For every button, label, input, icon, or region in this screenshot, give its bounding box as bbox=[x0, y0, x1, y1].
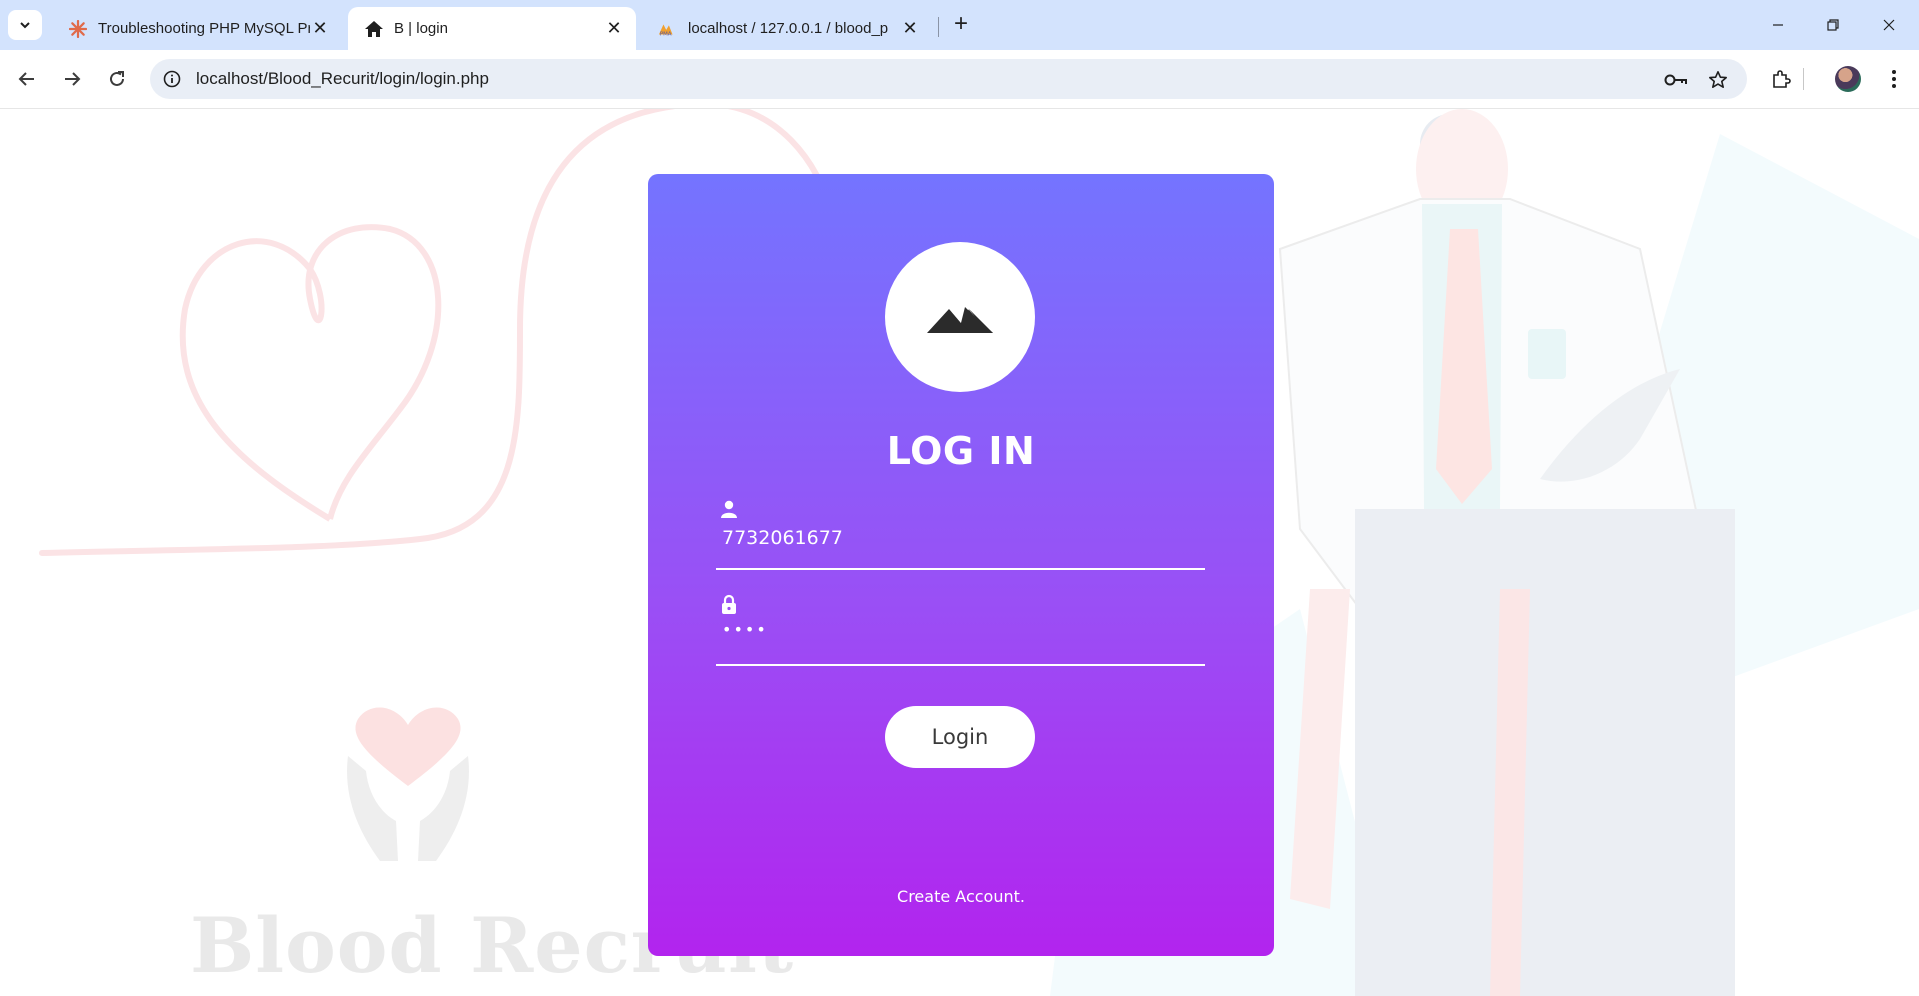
address-bar[interactable]: localhost/Blood_Recurit/login/login.php bbox=[150, 59, 1747, 99]
username-underline bbox=[716, 568, 1205, 570]
close-icon[interactable]: ✕ bbox=[604, 18, 624, 39]
login-card: LOG IN 7732061677 •••• Login Create Acco… bbox=[648, 174, 1274, 956]
tab-title: localhost / 127.0.0.1 / blood_p bbox=[688, 20, 889, 37]
asterisk-favicon-icon bbox=[68, 19, 88, 39]
login-page: Blood Recruit LOG IN 7732061677 •••• Log… bbox=[0, 109, 1919, 996]
restore-icon bbox=[1827, 19, 1839, 31]
tab-login[interactable]: B | login ✕ bbox=[348, 7, 636, 50]
star-icon[interactable] bbox=[1705, 67, 1731, 93]
forward-button[interactable] bbox=[56, 63, 88, 95]
profile-avatar[interactable] bbox=[1835, 66, 1861, 92]
password-input[interactable]: •••• bbox=[722, 620, 768, 639]
toolbar-separator bbox=[1803, 68, 1804, 90]
extensions-button[interactable] bbox=[1766, 64, 1796, 94]
arrow-left-icon bbox=[18, 72, 34, 86]
svg-text:PMA: PMA bbox=[660, 31, 672, 37]
close-icon[interactable]: ✕ bbox=[900, 18, 920, 39]
browser-menu-button[interactable] bbox=[1879, 64, 1909, 94]
reload-button[interactable] bbox=[101, 63, 133, 95]
login-button[interactable]: Login bbox=[885, 706, 1035, 768]
heart-hands-logo bbox=[338, 701, 478, 861]
close-icon[interactable]: ✕ bbox=[310, 18, 330, 39]
url-text[interactable]: localhost/Blood_Recurit/login/login.php bbox=[196, 69, 489, 89]
reload-icon bbox=[110, 71, 124, 86]
close-icon bbox=[1883, 19, 1895, 31]
create-account-link[interactable]: Create Account. bbox=[648, 887, 1274, 906]
more-vertical-icon bbox=[1892, 70, 1896, 88]
password-underline bbox=[716, 664, 1205, 666]
username-input[interactable]: 7732061677 bbox=[722, 527, 843, 549]
key-icon[interactable] bbox=[1663, 67, 1689, 93]
tab-title: Troubleshooting PHP MySQL Pr bbox=[98, 20, 310, 37]
puzzle-icon bbox=[1773, 70, 1791, 88]
tab-separator bbox=[938, 17, 939, 37]
chevron-down-icon bbox=[20, 22, 30, 29]
new-tab-button[interactable]: + bbox=[948, 10, 974, 37]
arrow-right-icon bbox=[65, 72, 81, 86]
back-button[interactable] bbox=[11, 63, 43, 95]
minimize-button[interactable] bbox=[1755, 0, 1801, 50]
browser-toolbar: localhost/Blood_Recurit/login/login.php bbox=[0, 50, 1919, 109]
login-title: LOG IN bbox=[886, 429, 1036, 473]
lock-icon bbox=[722, 594, 736, 614]
user-icon bbox=[721, 500, 737, 518]
home-icon bbox=[364, 19, 384, 39]
logo-circle bbox=[885, 242, 1035, 392]
restore-button[interactable] bbox=[1810, 0, 1856, 50]
mountain-icon bbox=[927, 305, 993, 333]
tab-title: B | login bbox=[394, 20, 448, 37]
close-window-button[interactable] bbox=[1866, 0, 1912, 50]
phpmyadmin-favicon-icon: PMA bbox=[658, 19, 678, 39]
tab-phpmyadmin[interactable]: PMA localhost / 127.0.0.1 / blood_p ✕ bbox=[642, 7, 932, 50]
tab-strip: Troubleshooting PHP MySQL Pr ✕ B | login… bbox=[0, 0, 1919, 50]
minimize-icon bbox=[1773, 24, 1783, 26]
site-info-icon[interactable] bbox=[162, 69, 182, 89]
tab-troubleshooting[interactable]: Troubleshooting PHP MySQL Pr ✕ bbox=[52, 7, 342, 50]
tab-search-button[interactable] bbox=[8, 10, 42, 40]
